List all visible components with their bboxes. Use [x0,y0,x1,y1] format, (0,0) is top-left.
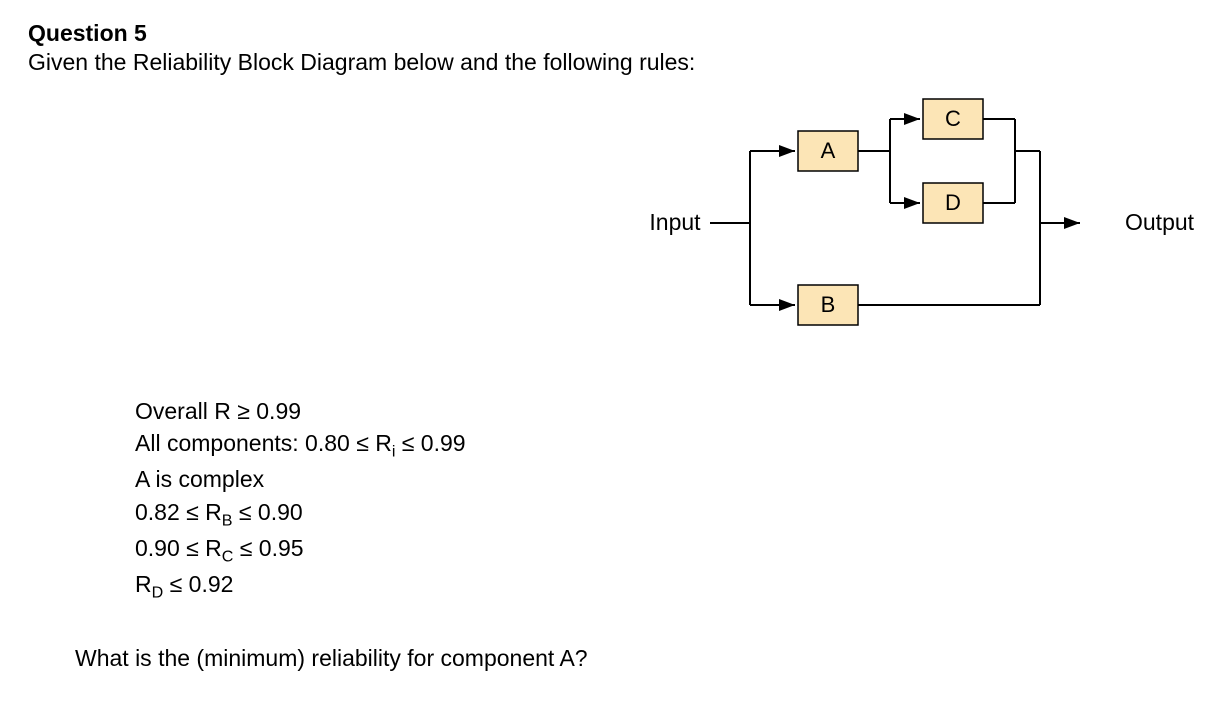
block-b-label: B [821,292,836,317]
block-d-label: D [945,190,961,215]
output-label: Output [1125,209,1195,235]
question-title: Question 5 [28,20,1192,47]
block-c-label: C [945,106,961,131]
rule-rc: 0.90 ≤ RC ≤ 0.95 [135,532,466,568]
final-question: What is the (minimum) reliability for co… [75,645,588,672]
rule-overall: Overall R ≥ 0.99 [135,395,466,427]
block-a-label: A [821,138,836,163]
rules-list: Overall R ≥ 0.99 All components: 0.80 ≤ … [135,395,466,604]
rule-a-complex: A is complex [135,463,466,495]
input-label: Input [649,209,701,235]
question-intro: Given the Reliability Block Diagram belo… [28,49,1192,76]
rule-all-components: All components: 0.80 ≤ Ri ≤ 0.99 [135,427,466,463]
rule-rb: 0.82 ≤ RB ≤ 0.90 [135,496,466,532]
reliability-block-diagram: Input A B C D [630,95,1190,345]
rule-rd: RD ≤ 0.92 [135,568,466,604]
